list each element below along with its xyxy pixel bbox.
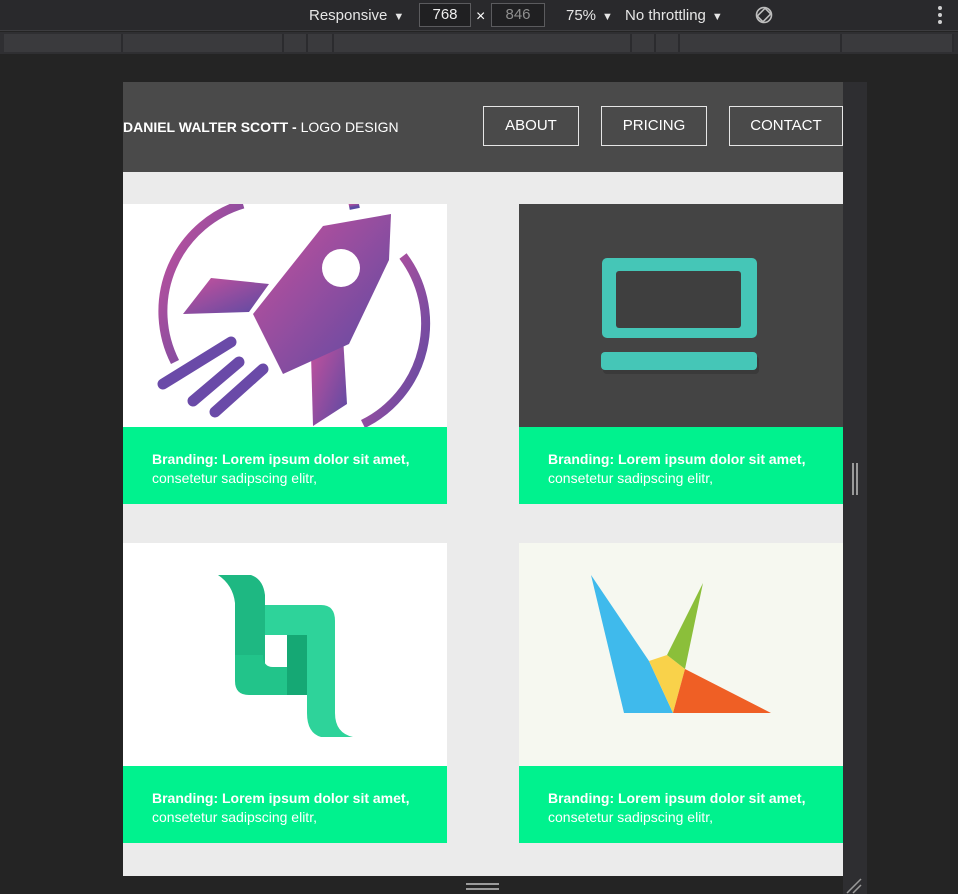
- portfolio-card[interactable]: Branding: Lorem ipsum dolor sit amet, co…: [123, 543, 447, 843]
- chevron-down-icon: ▼: [711, 11, 723, 23]
- media-query-segment[interactable]: [680, 34, 842, 52]
- width-input[interactable]: 768: [419, 3, 471, 27]
- card-image: [519, 204, 843, 427]
- card-subtitle: consetetur sadipscing elitr,: [152, 809, 317, 825]
- ribbon-letter-logo: [218, 575, 353, 737]
- card-subtitle: consetetur sadipscing elitr,: [548, 809, 713, 825]
- device-mode-label: Responsive: [309, 7, 388, 24]
- media-query-segment[interactable]: [123, 34, 284, 52]
- portfolio-card[interactable]: Branding: Lorem ipsum dolor sit amet, co…: [123, 204, 447, 504]
- emulated-viewport: DANIEL WALTER SCOTT - LOGO DESIGN ABOUT …: [123, 82, 843, 876]
- card-caption: Branding: Lorem ipsum dolor sit amet, co…: [519, 427, 843, 504]
- card-caption: Branding: Lorem ipsum dolor sit amet, co…: [123, 766, 447, 843]
- media-query-segment[interactable]: [4, 34, 123, 52]
- card-title: Branding: Lorem ipsum dolor sit amet,: [548, 790, 806, 806]
- throttling-label: No throttling: [625, 7, 706, 24]
- portfolio-card[interactable]: Branding: Lorem ipsum dolor sit amet, co…: [519, 204, 843, 504]
- more-options-icon[interactable]: [930, 4, 950, 26]
- media-query-segment[interactable]: [656, 34, 680, 52]
- portfolio-card[interactable]: Branding: Lorem ipsum dolor sit amet, co…: [519, 543, 843, 843]
- device-toolbar: Responsive ▼ 768 × 846 75% ▼ No throttling…: [0, 0, 958, 31]
- height-input[interactable]: 846: [491, 3, 545, 27]
- media-query-bar: [0, 32, 958, 54]
- device-mode-dropdown[interactable]: Responsive ▼: [309, 0, 404, 31]
- media-query-segment[interactable]: [308, 34, 334, 52]
- site-header: DANIEL WALTER SCOTT - LOGO DESIGN ABOUT …: [123, 82, 843, 172]
- site-brand[interactable]: DANIEL WALTER SCOTT - LOGO DESIGN: [123, 82, 399, 172]
- brand-suffix: LOGO DESIGN: [300, 119, 399, 135]
- media-query-segment[interactable]: [632, 34, 656, 52]
- dimension-separator: ×: [476, 8, 486, 25]
- nav-contact-button[interactable]: CONTACT: [729, 106, 843, 146]
- card-image: [123, 543, 447, 766]
- card-subtitle: consetetur sadipscing elitr,: [152, 470, 317, 486]
- nav-pricing-button[interactable]: PRICING: [601, 106, 707, 146]
- rocket-logo: [157, 204, 431, 427]
- media-query-segment[interactable]: [284, 34, 308, 52]
- card-subtitle: consetetur sadipscing elitr,: [548, 470, 713, 486]
- chevron-down-icon: ▼: [602, 11, 613, 23]
- card-title: Branding: Lorem ipsum dolor sit amet,: [152, 790, 410, 806]
- chevron-down-icon: ▼: [393, 11, 405, 23]
- card-caption: Branding: Lorem ipsum dolor sit amet, co…: [519, 766, 843, 843]
- bird-triangle-logo: [591, 575, 771, 713]
- nav-about-button[interactable]: ABOUT: [483, 106, 579, 146]
- card-caption: Branding: Lorem ipsum dolor sit amet, co…: [123, 427, 447, 504]
- card-title: Branding: Lorem ipsum dolor sit amet,: [548, 451, 806, 467]
- rotate-icon[interactable]: [754, 5, 774, 25]
- resize-handle-bottom[interactable]: [466, 883, 499, 891]
- card-image: [123, 204, 447, 427]
- resize-handle-right[interactable]: [850, 463, 860, 495]
- zoom-label: 75%: [566, 7, 597, 24]
- media-query-segment[interactable]: [842, 34, 954, 52]
- card-title: Branding: Lorem ipsum dolor sit amet,: [152, 451, 410, 467]
- laptop-logo: [601, 258, 759, 374]
- brand-name: DANIEL WALTER SCOTT -: [123, 119, 297, 135]
- card-image: [519, 543, 843, 766]
- throttling-dropdown[interactable]: No throttling ▼: [625, 0, 723, 31]
- media-query-segment[interactable]: [334, 34, 632, 52]
- zoom-dropdown[interactable]: 75% ▼: [566, 0, 613, 31]
- resize-corner-icon[interactable]: [845, 877, 862, 894]
